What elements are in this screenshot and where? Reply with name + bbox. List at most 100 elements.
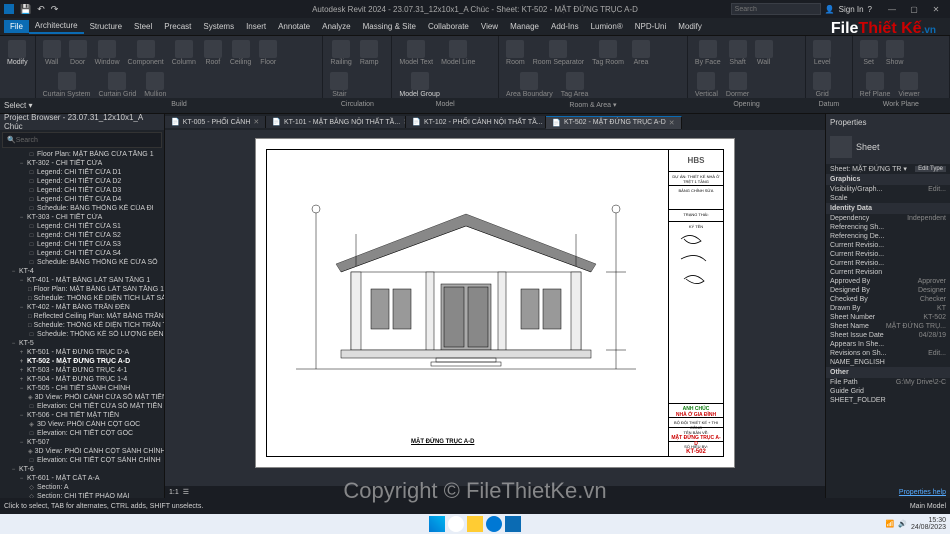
qat-redo-icon[interactable]: ↷ [51, 4, 59, 15]
view-control-bar[interactable]: 1:1 ☰ [165, 486, 825, 498]
tree-item[interactable]: −KT-401 - MẶT BẰNG LÁT SÀN TẦNG 1 [0, 276, 164, 285]
ribbon-tab-addins[interactable]: Add-Ins [545, 20, 585, 33]
prop-section-graphics[interactable]: Graphics [826, 174, 950, 185]
selector-field[interactable]: Sheet: MẶT ĐỨNG TR ▾ [830, 165, 915, 173]
search-taskbar-icon[interactable] [448, 516, 464, 532]
tree-item[interactable]: ◈3D View: PHỐI CẢNH CỘT SẢNH CHÍNH [0, 447, 164, 456]
edit-type-button[interactable]: Edit Type [915, 166, 946, 172]
tree-item[interactable]: −KT-601 - MẶT CẮT A-A [0, 474, 164, 483]
prop-row[interactable]: Current Revision [826, 268, 950, 277]
doc-tab[interactable]: 📄KT-005 - PHỐI CẢNH✕ [165, 116, 266, 128]
close-tab-icon[interactable]: ✕ [253, 118, 259, 126]
tree-item[interactable]: −KT-5 [0, 339, 164, 348]
tree-item[interactable]: −KT-507 [0, 438, 164, 447]
tree-item[interactable]: □Legend: CHI TIẾT CỬA S1 [0, 222, 164, 231]
ribbon-modify-button[interactable]: Modify [4, 38, 31, 68]
prop-row[interactable]: Current Revisio... [826, 241, 950, 250]
tree-item[interactable]: □Legend: CHI TIẾT CỬA D2 [0, 177, 164, 186]
vc-icon[interactable]: ☰ [183, 488, 189, 496]
tree-item[interactable]: □Schedule: BẢNG THỐNG KÊ CỬA SỔ [0, 258, 164, 267]
ribbon-tab-lumion[interactable]: Lumion® [585, 20, 629, 33]
tree-item[interactable]: −KT-506 - CHI TIẾT MẶT TIỀN [0, 411, 164, 420]
ribbon-tab-annotate[interactable]: Annotate [272, 20, 316, 33]
windows-taskbar[interactable]: 📶 🔊 15:30 24/08/2023 [0, 514, 950, 534]
prop-row[interactable]: Sheet NumberKT-502 [826, 313, 950, 322]
tree-item[interactable]: −KT-302 - CHI TIẾT CỬA [0, 159, 164, 168]
signin-link[interactable]: Sign In [839, 5, 864, 14]
prop-row[interactable]: SHEET_FOLDER [826, 396, 950, 405]
prop-row[interactable]: Approved ByApprover [826, 277, 950, 286]
ribbon-tab-massingsite[interactable]: Massing & Site [357, 20, 422, 33]
tree-item[interactable]: □Elevation: CHI TIẾT CỘT GÓC [0, 429, 164, 438]
prop-row[interactable]: Appears In She... [826, 340, 950, 349]
tree-item[interactable]: □Legend: CHI TIẾT CỬA S3 [0, 240, 164, 249]
ribbon-tab-manage[interactable]: Manage [504, 20, 545, 33]
tree-item[interactable]: +KT-502 - MẶT ĐỨNG TRỤC A-D [0, 357, 164, 366]
tree-item[interactable]: □Legend: CHI TIẾT CỬA D1 [0, 168, 164, 177]
prop-row[interactable]: Designed ByDesigner [826, 286, 950, 295]
close-button[interactable]: ✕ [926, 2, 946, 16]
prop-row[interactable]: Current Revisio... [826, 259, 950, 268]
prop-row[interactable]: Checked ByChecker [826, 295, 950, 304]
prop-row[interactable]: Drawn ByKT [826, 304, 950, 313]
type-selector[interactable]: Sheet [826, 130, 950, 164]
prop-section-identity-data[interactable]: Identity Data [826, 203, 950, 214]
ribbon-tab-structure[interactable]: Structure [84, 20, 128, 33]
prop-row[interactable]: Current Revisio... [826, 250, 950, 259]
prop-row[interactable]: Referencing De... [826, 232, 950, 241]
tree-item[interactable]: ◇Section: A [0, 483, 164, 492]
prop-row[interactable]: Scale [826, 194, 950, 203]
explorer-icon[interactable] [467, 516, 483, 532]
tree-item[interactable]: □Reflected Ceiling Plan: MẶT BẰNG TRẦN Đ… [0, 312, 164, 321]
ribbon-tab-steel[interactable]: Steel [128, 20, 158, 33]
tree-item[interactable]: □Floor Plan: MẶT BẰNG CỬA TẦNG 1 [0, 150, 164, 159]
tray-wifi-icon[interactable]: 📶 [886, 520, 895, 528]
revit-taskbar-icon[interactable] [505, 516, 521, 532]
prop-row[interactable]: Sheet Issue Date04/28/19 [826, 331, 950, 340]
doc-tab[interactable]: 📄KT-101 - MẶT BẰNG NỘI THẤT TẦ...✕ [266, 116, 406, 128]
ribbon-tab-file[interactable]: File [4, 20, 29, 33]
tree-item[interactable]: −KT-402 - MẶT BẰNG TRẦN ĐÈN [0, 303, 164, 312]
scale-dropdown[interactable]: 1:1 [169, 489, 179, 496]
ribbon-tab-collaborate[interactable]: Collaborate [422, 20, 475, 33]
tree-item[interactable]: □Elevation: CHI TIẾT CỬA SỔ MẶT TIỀN [0, 402, 164, 411]
ribbon-tab-systems[interactable]: Systems [197, 20, 240, 33]
properties-help-link[interactable]: Properties help [826, 487, 950, 498]
prop-section-other[interactable]: Other [826, 367, 950, 378]
ribbon-model-group-button[interactable]: Model Group [396, 70, 442, 100]
tree-item[interactable]: ◈3D View: PHỐI CẢNH CỘT GÓC [0, 420, 164, 429]
prop-row[interactable]: DependencyIndependent [826, 214, 950, 223]
prop-row[interactable]: Guide Grid [826, 387, 950, 396]
browser-tree[interactable]: □Floor Plan: MẶT BẰNG CỬA TẦNG 1−KT-302 … [0, 150, 164, 498]
tree-item[interactable]: □Floor Plan: MẶT BẰNG LÁT SÀN TẦNG 1 [0, 285, 164, 294]
qat-save-icon[interactable]: 💾 [20, 4, 31, 15]
minimize-button[interactable]: — [882, 2, 902, 16]
ribbon-tab-view[interactable]: View [475, 20, 504, 33]
tree-item[interactable]: +KT-501 - MẶT ĐỨNG TRỤC D-A [0, 348, 164, 357]
tree-item[interactable]: □Legend: CHI TIẾT CỬA D3 [0, 186, 164, 195]
help-icon[interactable]: ? [868, 5, 872, 14]
tree-item[interactable]: ◈3D View: PHỐI CẢNH CỬA SỔ MẶT TIỀN [0, 393, 164, 402]
select-dropdown[interactable]: Select ▾ [4, 101, 32, 110]
close-tab-icon[interactable]: ✕ [669, 119, 675, 127]
ribbon-tab-precast[interactable]: Precast [158, 20, 197, 33]
prop-row[interactable]: Referencing Sh... [826, 223, 950, 232]
prop-row[interactable]: NAME_ENGLISH [826, 358, 950, 367]
prop-row[interactable]: File PathG:\My Drive\2-C [826, 378, 950, 387]
tree-item[interactable]: □Schedule: THỐNG KÊ DIỆN TÍCH TRẦN TẦNG [0, 321, 164, 330]
tree-item[interactable]: □Schedule: THỐNG KÊ DIỆN TÍCH LÁT SÀN TẦ [0, 294, 164, 303]
tree-item[interactable]: □Schedule: THỐNG KÊ SỐ LƯỢNG ĐÈN [0, 330, 164, 339]
prop-row[interactable]: Revisions on Sh...Edit... [826, 349, 950, 358]
tree-item[interactable]: −KT-4 [0, 267, 164, 276]
ribbon-tab-architecture[interactable]: Architecture [29, 19, 84, 34]
start-icon[interactable] [429, 516, 445, 532]
ribbon-tab-npduni[interactable]: NPD-Uni [629, 20, 673, 33]
qat-undo-icon[interactable]: ↶ [37, 4, 45, 15]
user-icon[interactable]: 👤 [825, 5, 835, 14]
tree-item[interactable]: □Elevation: CHI TIẾT CỘT SẢNH CHÍNH [0, 456, 164, 465]
browser-search-input[interactable]: 🔍 Search [2, 132, 162, 148]
tree-item[interactable]: □Schedule: BẢNG THỐNG KÊ CỦA ĐI [0, 204, 164, 213]
prop-row[interactable]: Sheet NameMẶT ĐỨNG TRỤ... [826, 322, 950, 331]
doc-tab[interactable]: 📄KT-102 - PHỐI CẢNH NỘI THẤT TẦ...✕ [406, 116, 546, 128]
drawing-canvas[interactable]: MẶT ĐỨNG TRỤC A-D HBS DỰ ÁN: THIẾT KẾ NH… [165, 130, 825, 486]
